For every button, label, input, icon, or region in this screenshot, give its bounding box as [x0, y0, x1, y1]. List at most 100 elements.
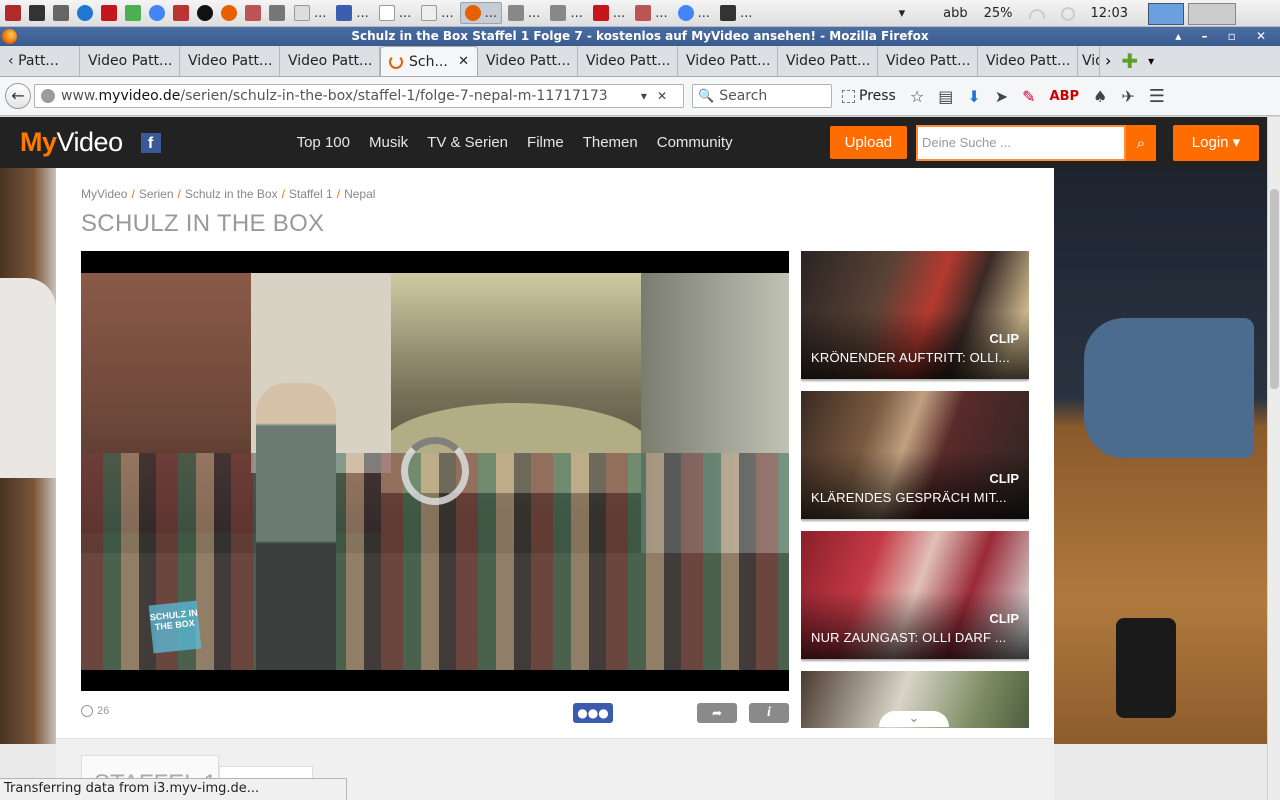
taskbar-item[interactable]: ...: [375, 2, 415, 24]
tab[interactable]: Video Patt...: [778, 46, 878, 76]
package-icon: [635, 5, 652, 21]
addon2-icon[interactable]: ✈: [1121, 87, 1134, 106]
bookmark-star-icon[interactable]: ☆: [910, 87, 924, 106]
keyboard-layout[interactable]: abb: [943, 6, 967, 21]
taskbar-item[interactable]: ...: [589, 2, 629, 24]
tab[interactable]: Video Patt...: [678, 46, 778, 76]
tab[interactable]: Video Patt...: [578, 46, 678, 76]
app-icon[interactable]: [5, 5, 21, 21]
comment-button[interactable]: ●●●: [573, 703, 613, 723]
tab[interactable]: Video Patt...: [1078, 46, 1100, 76]
chrome-icon[interactable]: [149, 5, 165, 21]
search-icon: ⌕: [1136, 134, 1146, 152]
taskbar-dropdown-icon[interactable]: ▾: [899, 6, 906, 21]
nav-tv-serien[interactable]: TV & Serien: [427, 134, 508, 151]
send-icon[interactable]: ➤: [995, 87, 1008, 106]
press-button[interactable]: Press: [842, 88, 896, 104]
new-tab-icon[interactable]: ✚: [1116, 46, 1143, 76]
breadcrumb-separator: /: [336, 187, 341, 201]
tab[interactable]: Video Patt...: [978, 46, 1078, 76]
browser-icon[interactable]: [77, 5, 93, 21]
tab[interactable]: Video Patt...: [180, 46, 280, 76]
weather-icon[interactable]: [1060, 6, 1075, 21]
battery-level[interactable]: 25%: [984, 6, 1013, 21]
firefox-icon[interactable]: [221, 5, 237, 21]
firefox-window-thumbnail[interactable]: [1148, 2, 1184, 25]
video-player[interactable]: SCHULZ IN THE BOX: [81, 251, 789, 691]
scrollbar-thumb[interactable]: [1270, 189, 1279, 389]
close-tab-icon[interactable]: ✕: [458, 47, 469, 76]
package-icon[interactable]: [245, 5, 261, 21]
tab[interactable]: ‹ Patt...: [0, 46, 80, 76]
editor-icon[interactable]: [53, 5, 69, 21]
addon-icon[interactable]: ♠: [1093, 87, 1107, 106]
taskbar-item[interactable]: ...: [290, 2, 330, 24]
site-search-button[interactable]: ⌕: [1126, 125, 1156, 161]
scroll-left-icon[interactable]: ‹: [8, 53, 18, 69]
taskbar-item[interactable]: ...: [631, 2, 671, 24]
terminal-window-thumbnail[interactable]: [1188, 2, 1236, 25]
info-button[interactable]: i: [749, 703, 789, 723]
tab[interactable]: Video Patt...: [280, 46, 380, 76]
nav-musik[interactable]: Musik: [369, 134, 408, 151]
wifi-icon[interactable]: [1028, 8, 1045, 19]
search-bar[interactable]: 🔍 Search: [692, 84, 832, 108]
taskbar-item[interactable]: ...: [716, 2, 756, 24]
tab[interactable]: Video Patt...: [878, 46, 978, 76]
taskbar-item[interactable]: ...: [504, 2, 544, 24]
download-icon[interactable]: ⬇: [967, 87, 980, 106]
terminal-icon[interactable]: [29, 5, 45, 21]
scroll-right-icon[interactable]: ›: [1100, 46, 1116, 76]
myvideo-logo[interactable]: MyVideo: [20, 127, 123, 158]
tab-list-icon[interactable]: ▾: [1143, 46, 1159, 76]
back-button[interactable]: ←: [5, 83, 31, 109]
at-icon[interactable]: [197, 5, 213, 21]
mail-icon[interactable]: [101, 5, 117, 21]
menu-icon[interactable]: ☰: [1149, 86, 1165, 107]
background-figure: [1116, 618, 1176, 718]
clip-card[interactable]: CLIP KRÖNENDER AUFTRITT: OLLI...: [801, 251, 1029, 379]
clock[interactable]: 12:03: [1091, 6, 1128, 21]
taskbar-item[interactable]: ...: [546, 2, 586, 24]
info-icon: i: [767, 705, 771, 720]
extension-icon[interactable]: ✎: [1022, 87, 1035, 106]
site-search-input[interactable]: Deine Suche ...: [916, 125, 1126, 161]
adblock-icon[interactable]: ABP: [1050, 89, 1080, 104]
upload-button[interactable]: Upload: [829, 126, 908, 159]
login-button[interactable]: Login ▾: [1173, 125, 1259, 161]
tab[interactable]: Video Patt...: [80, 46, 180, 76]
breadcrumb-item[interactable]: Serien: [139, 187, 174, 201]
network-icon[interactable]: [125, 5, 141, 21]
breadcrumb-item[interactable]: Nepal: [344, 187, 375, 201]
url-dropdown-icon[interactable]: ▾✕: [641, 89, 677, 103]
nav-filme[interactable]: Filme: [527, 134, 564, 151]
url-bar[interactable]: www. myvideo.de/serien/schulz-in-the-box/…: [34, 84, 684, 108]
reading-list-icon[interactable]: ▤: [938, 87, 953, 106]
nav-themen[interactable]: Themen: [583, 134, 638, 151]
clip-card[interactable]: CLIP KLÄRENDES GESPRÄCH MIT...: [801, 391, 1029, 519]
firefox-icon[interactable]: [2, 29, 17, 44]
disk-icon[interactable]: [269, 5, 285, 21]
tool-icon[interactable]: [173, 5, 189, 21]
clip-card[interactable]: CLIP NUR ZAUNGAST: OLLI DARF ...: [801, 531, 1029, 659]
tab[interactable]: Video Patt...: [478, 46, 578, 76]
breadcrumb-item[interactable]: MyVideo: [81, 187, 127, 201]
taskbar-item-firefox[interactable]: ...: [459, 2, 503, 24]
breadcrumb-item[interactable]: Staffel 1: [289, 187, 333, 201]
share-button[interactable]: ➦: [697, 703, 737, 723]
os-taskbar: ... ... ... ... ... ... ... ... ... ... …: [0, 0, 1280, 27]
taskbar-item[interactable]: ...: [417, 2, 457, 24]
breadcrumb-separator: /: [281, 187, 285, 201]
background-figure: [0, 278, 56, 478]
nav-top-100[interactable]: Top 100: [297, 134, 350, 151]
nav-community[interactable]: Community: [657, 134, 733, 151]
window-controls[interactable]: ▴ – ▫ ✕: [1175, 27, 1274, 46]
scroll-down-chevron-icon[interactable]: ⌄: [879, 711, 949, 727]
terminal-icon: [720, 5, 737, 21]
breadcrumb-item[interactable]: Schulz in the Box: [185, 187, 278, 201]
tab-active[interactable]: Sch... ✕: [380, 46, 478, 76]
taskbar-item[interactable]: ...: [674, 2, 714, 24]
page-scrollbar[interactable]: [1267, 117, 1280, 800]
taskbar-item[interactable]: ...: [332, 2, 372, 24]
facebook-icon[interactable]: f: [140, 132, 161, 153]
